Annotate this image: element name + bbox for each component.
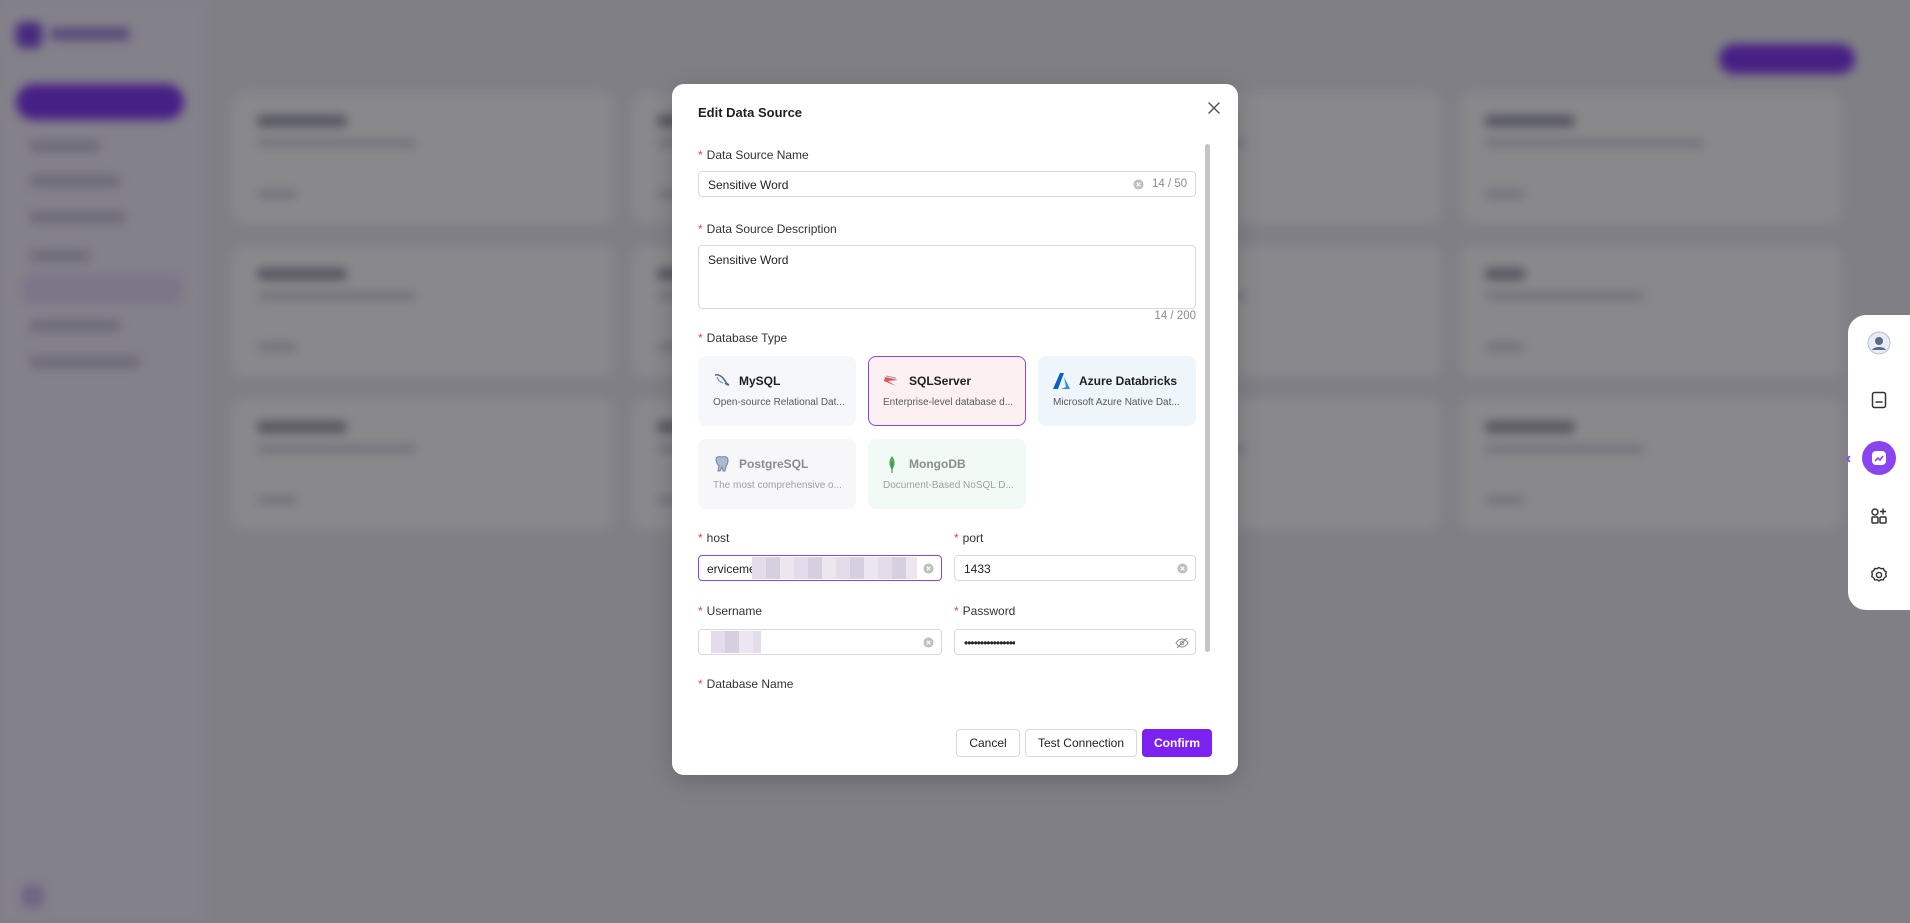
clear-icon[interactable] [923,637,934,648]
required-asterisk: * [698,677,703,691]
name-char-counter: 14 / 50 [1152,178,1188,190]
cancel-button[interactable]: Cancel [956,729,1020,757]
clear-icon[interactable] [1133,179,1144,190]
clear-icon[interactable] [1177,563,1188,574]
port-input[interactable]: 1433 [954,555,1196,581]
collapse-chevron-icon[interactable]: ‹ [1846,450,1851,468]
data-source-name-input[interactable]: Sensitive Word 14 / 50 [698,171,1196,197]
required-asterisk: * [698,222,703,236]
redacted-username [711,631,761,653]
db-type-postgresql: PostgreSQL The most comprehensive o... [698,439,856,509]
settings-icon[interactable] [1864,560,1894,590]
apps-add-icon[interactable] [1864,501,1894,531]
db-type-mysql[interactable]: MySQL Open-source Relational Dat... [698,356,856,426]
clear-icon[interactable] [923,563,934,574]
postgresql-elephant-icon [715,456,729,472]
data-source-description-textarea[interactable]: Sensitive Word [698,245,1196,309]
required-asterisk: * [954,604,959,618]
database-name-label: * Database Name [698,677,794,691]
test-connection-button[interactable]: Test Connection [1025,729,1137,757]
db-type-sqlserver[interactable]: SQLServer Enterprise-level database d... [868,356,1026,426]
password-label: * Password [954,604,1016,618]
confirm-button[interactable]: Confirm [1142,729,1212,757]
description-label: * Data Source Description [698,222,837,236]
modal-title: Edit Data Source [698,105,803,120]
username-label: * Username [698,604,763,618]
db-type-mongodb: MongoDB Document-Based NoSQL D... [868,439,1026,509]
chart-assistant-icon[interactable] [1862,441,1896,475]
required-asterisk: * [698,331,703,345]
db-type-azure-databricks[interactable]: Azure Databricks Microsoft Azure Native … [1038,356,1196,426]
required-asterisk: * [698,531,703,545]
password-input[interactable]: •••••••••••••••• [954,629,1196,655]
name-label: * Data Source Name [698,148,809,162]
required-asterisk: * [698,604,703,618]
edit-data-source-modal: Edit Data Source * Data Source Name Sensi… [672,84,1238,775]
right-toolbar: ‹ [1846,315,1910,610]
mongodb-leaf-icon [889,456,895,473]
description-char-counter: 14 / 200 [1154,310,1196,322]
close-icon[interactable] [1204,98,1224,118]
database-type-label: * Database Type [698,331,788,345]
host-input[interactable]: erviceme [698,555,942,581]
modal-scrollbar[interactable] [1205,144,1210,652]
book-icon[interactable] [1864,385,1894,415]
required-asterisk: * [954,531,959,545]
eye-hidden-icon[interactable] [1175,636,1189,650]
port-label: * port [954,531,984,545]
user-avatar-icon[interactable] [1864,328,1894,358]
azure-icon [1053,373,1070,389]
username-input[interactable] [698,629,942,655]
sqlserver-icon [884,375,898,386]
host-label: * host [698,531,730,545]
required-asterisk: * [698,148,703,162]
redacted-host [752,557,917,579]
mysql-dolphin-icon [714,374,730,386]
